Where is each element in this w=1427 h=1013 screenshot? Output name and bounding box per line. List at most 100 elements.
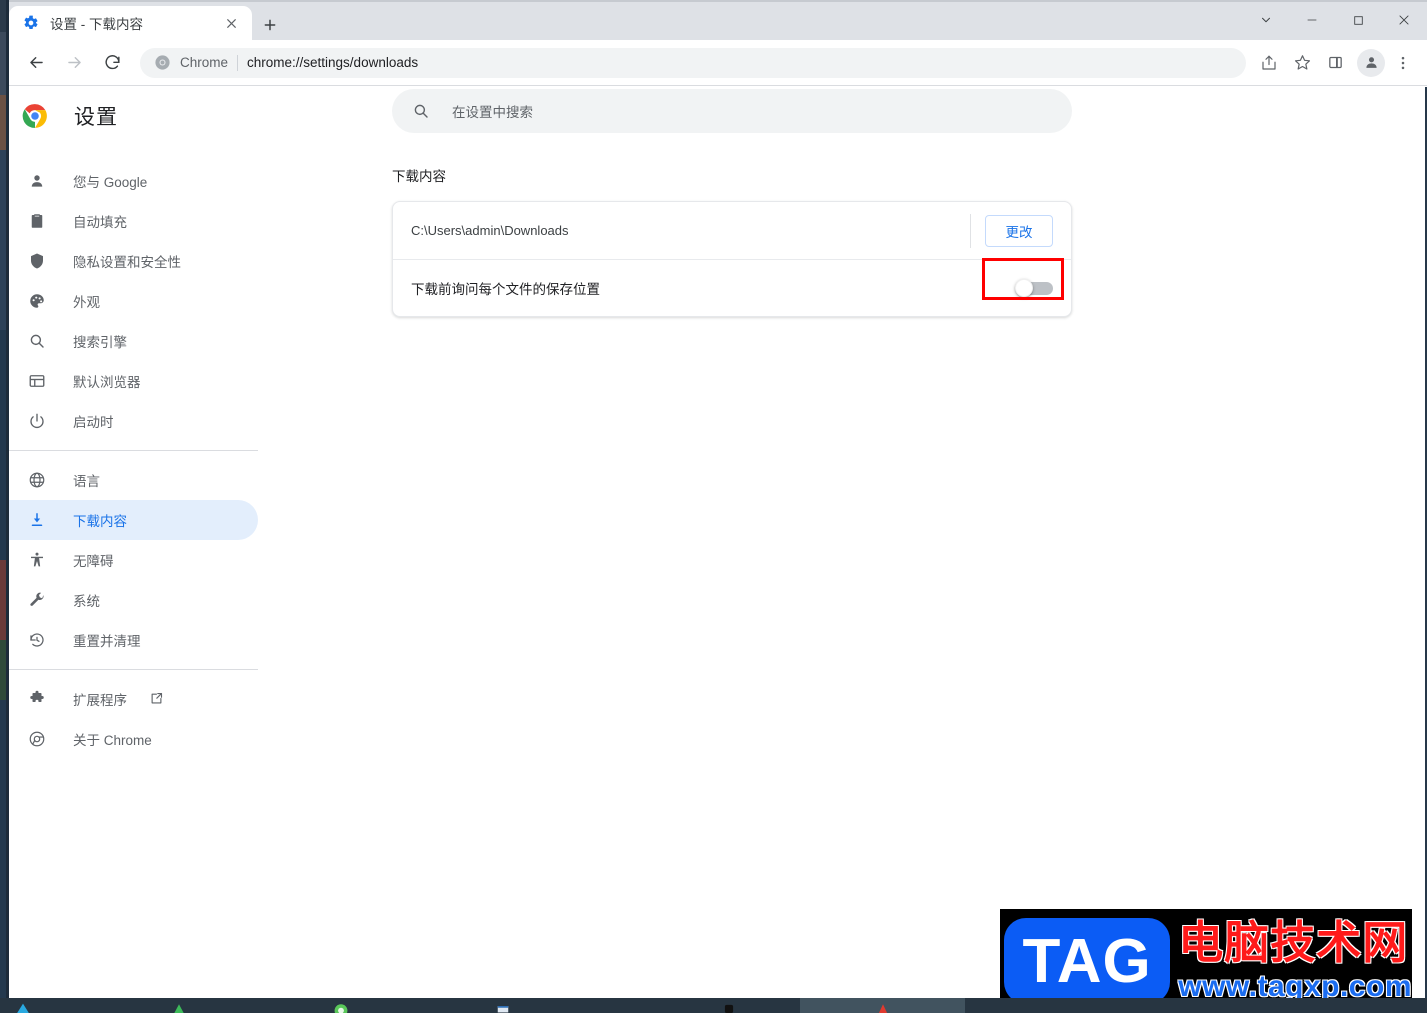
sidebar-item-label: 启动时 (73, 415, 114, 430)
maximize-button[interactable] (1335, 0, 1381, 40)
globe-icon (27, 470, 47, 490)
tab-title: 设置 - 下载内容 (50, 17, 143, 32)
settings-header: 设置 (9, 87, 304, 145)
taskbar-icon-3[interactable] (330, 999, 352, 1013)
omnibox-chip-label: Chrome (180, 55, 229, 70)
chrome-icon (27, 729, 47, 749)
browser-window-icon (27, 371, 47, 391)
power-icon (27, 411, 47, 431)
new-tab-button[interactable] (256, 11, 284, 39)
search-input[interactable]: 在设置中搜索 (392, 89, 1072, 133)
omnibox-separator (237, 54, 239, 71)
ask-before-download-label: 下载前询问每个文件的保存位置 (411, 282, 600, 297)
side-panel-icon[interactable] (1320, 48, 1350, 78)
settings-page: 设置 您与 Google 自动填充 隐私设置和安全性 外观 搜索引擎 默认浏览器… (9, 87, 1426, 998)
taskbar-icon-5[interactable] (718, 999, 740, 1013)
sidebar-item-privacy-security[interactable]: 隐私设置和安全性 (9, 241, 258, 281)
download-location-row: C:\Users\admin\Downloads 更改 (393, 202, 1071, 259)
sidebar-item-extensions[interactable]: 扩展程序 (9, 679, 258, 719)
taskbar-icon-1[interactable] (12, 999, 34, 1013)
sidebar-item-on-startup[interactable]: 启动时 (9, 401, 258, 441)
shield-icon (27, 251, 47, 271)
ask-before-download-row: 下载前询问每个文件的保存位置 (393, 259, 1071, 316)
sidebar-item-label: 系统 (73, 594, 100, 609)
sidebar-item-default-browser[interactable]: 默认浏览器 (9, 361, 258, 401)
downloads-settings-card: C:\Users\admin\Downloads 更改 下载前询问每个文件的保存… (392, 201, 1072, 317)
magnifier-icon (27, 331, 47, 351)
taskbar-icon-2[interactable] (168, 999, 190, 1013)
change-location-button[interactable]: 更改 (985, 214, 1053, 247)
sidebar-item-label: 语言 (73, 474, 100, 489)
sidebar-item-search-engine[interactable]: 搜索引擎 (9, 321, 258, 361)
sidebar-item-autofill[interactable]: 自动填充 (9, 201, 258, 241)
close-icon[interactable] (220, 12, 242, 34)
browser-window: 设置 - 下载内容 Chrome chrome://settings/downl… (0, 0, 1427, 1013)
taskbar-icon-6[interactable] (872, 999, 894, 1013)
profile-avatar[interactable] (1357, 48, 1385, 77)
tabstrip-top-line (0, 0, 1427, 2)
section-title: 下载内容 (392, 169, 446, 184)
share-icon[interactable] (1254, 48, 1284, 78)
sidebar-item-label: 外观 (73, 295, 100, 310)
wrench-icon (27, 590, 47, 610)
browser-tab[interactable]: 设置 - 下载内容 (9, 6, 252, 40)
star-icon[interactable] (1287, 48, 1317, 78)
external-link-icon (149, 691, 165, 707)
browser-toolbar: Chrome chrome://settings/downloads (9, 40, 1427, 86)
sidebar-divider-2 (9, 669, 258, 670)
history-restore-icon (27, 630, 47, 650)
sidebar-item-accessibility[interactable]: 无障碍 (9, 540, 258, 580)
watermark-text-group: 电脑技术网 www.tagxp.com (1178, 918, 1412, 1004)
taskbar-icon-4[interactable] (492, 999, 514, 1013)
gear-icon (23, 15, 39, 31)
address-bar[interactable]: Chrome chrome://settings/downloads (140, 47, 1246, 78)
window-close-button[interactable] (1381, 0, 1427, 40)
chrome-logo-icon (22, 103, 48, 129)
watermark-tag-logo: TAG (1004, 918, 1171, 1004)
download-icon (27, 510, 47, 530)
chrome-icon (154, 54, 171, 71)
sidebar-item-downloads[interactable]: 下载内容 (9, 500, 258, 540)
puzzle-icon (27, 689, 47, 709)
tab-strip: 设置 - 下载内容 (0, 0, 1427, 40)
search-icon (412, 102, 430, 120)
tab-search-button[interactable] (1243, 0, 1289, 40)
ask-before-download-toggle[interactable] (1015, 279, 1053, 297)
row-divider (970, 213, 971, 248)
sidebar-item-system[interactable]: 系统 (9, 580, 258, 620)
page-title: 设置 (74, 106, 118, 129)
window-controls (1243, 0, 1427, 40)
settings-main: 在设置中搜索 下载内容 C:\Users\admin\Downloads 更改 … (304, 87, 1426, 998)
sidebar-item-label: 搜索引擎 (73, 335, 127, 350)
download-path-value: C:\Users\admin\Downloads (411, 223, 569, 238)
browser-menu-button[interactable] (1389, 48, 1417, 78)
sidebar-item-languages[interactable]: 语言 (9, 460, 258, 500)
sidebar-item-label: 默认浏览器 (73, 375, 141, 390)
sidebar-item-label: 您与 Google (73, 175, 148, 190)
background-window-strip (0, 0, 9, 998)
sidebar-item-reset-cleanup[interactable]: 重置并清理 (9, 620, 258, 660)
settings-sidebar: 设置 您与 Google 自动填充 隐私设置和安全性 外观 搜索引擎 默认浏览器… (9, 87, 304, 998)
sidebar-item-label: 自动填充 (73, 215, 127, 230)
accessibility-icon (27, 550, 47, 570)
sidebar-item-label: 下载内容 (73, 514, 127, 529)
search-placeholder: 在设置中搜索 (452, 105, 533, 120)
sidebar-item-label: 重置并清理 (73, 634, 141, 649)
sidebar-item-appearance[interactable]: 外观 (9, 281, 258, 321)
sidebar-item-label: 无障碍 (73, 554, 114, 569)
palette-icon (27, 291, 47, 311)
windows-taskbar[interactable] (0, 998, 1427, 1013)
sidebar-nav-list: 您与 Google 自动填充 隐私设置和安全性 外观 搜索引擎 默认浏览器 启动… (9, 161, 304, 759)
sidebar-item-label: 扩展程序 (73, 693, 127, 708)
toggle-knob (1015, 279, 1033, 297)
watermark-site-name: 电脑技术网 (1178, 917, 1409, 968)
person-icon (27, 171, 47, 191)
forward-button[interactable] (58, 47, 90, 79)
reload-button[interactable] (96, 47, 128, 79)
minimize-button[interactable] (1289, 0, 1335, 40)
sidebar-item-label: 关于 Chrome (73, 733, 152, 748)
sidebar-item-you-and-google[interactable]: 您与 Google (9, 161, 258, 201)
back-button[interactable] (20, 47, 52, 79)
sidebar-item-about-chrome[interactable]: 关于 Chrome (9, 719, 258, 759)
clipboard-icon (27, 211, 47, 231)
